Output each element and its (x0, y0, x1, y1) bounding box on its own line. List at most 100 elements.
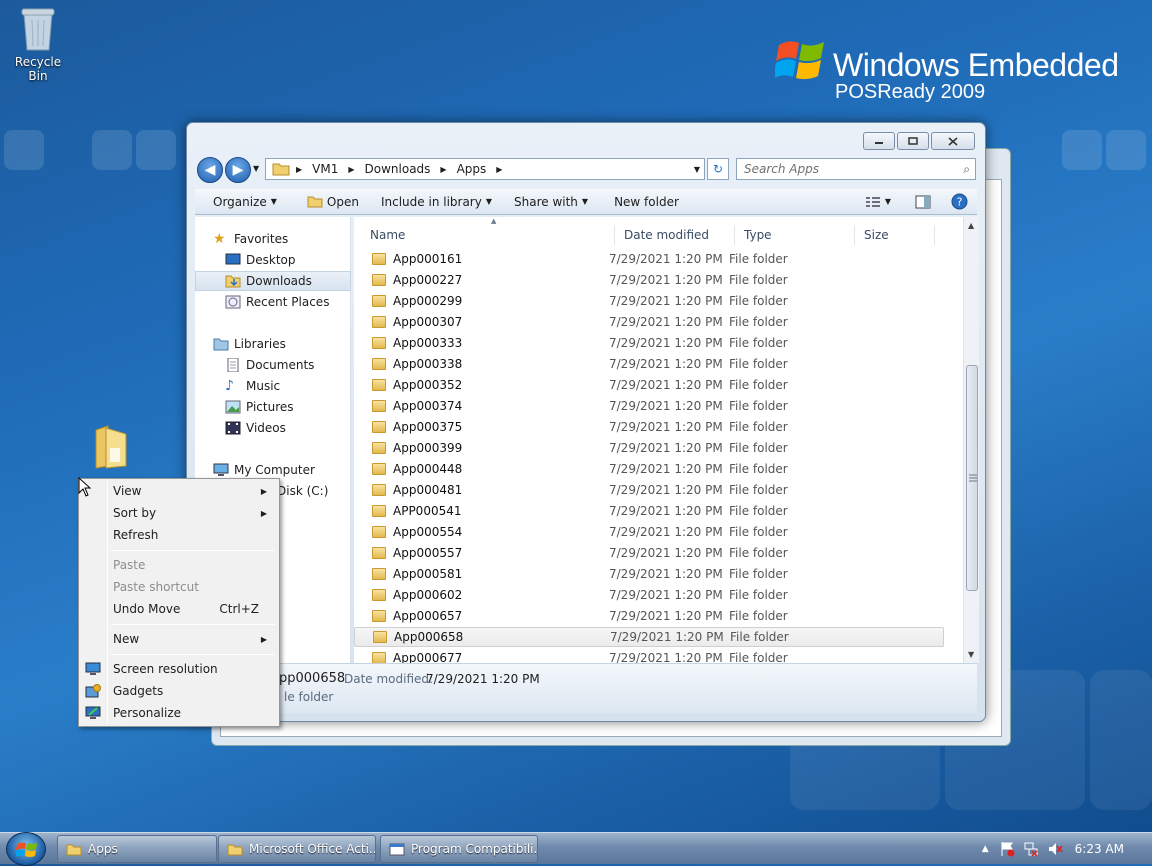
menu-item-undo-move[interactable]: Undo Move Ctrl+Z (81, 599, 277, 619)
address-bar[interactable]: ▶ VM1 ▶ Downloads ▶ Apps ▶ ▼ (265, 158, 705, 180)
taskbar-button-office-activation[interactable]: Microsoft Office Acti... (218, 835, 376, 863)
bg-tile (92, 130, 132, 170)
file-type: File folder (729, 420, 788, 434)
program-window-icon (389, 843, 405, 855)
preview-pane-button[interactable] (907, 189, 939, 214)
file-name-cell: App000554 (354, 525, 609, 539)
include-in-library-button[interactable]: Include in library ▼ (373, 189, 500, 214)
menu-item-personalize[interactable]: Personalize (81, 703, 277, 723)
column-header-type[interactable]: Type (735, 225, 855, 245)
close-icon (948, 136, 958, 146)
change-view-button[interactable]: ▼ (857, 189, 899, 214)
scroll-up-icon[interactable]: ▲ (968, 221, 974, 230)
folder-icon (372, 547, 386, 559)
table-row[interactable]: App000161 7/29/2021 1:20 PM File folder (354, 249, 944, 269)
close-button[interactable] (931, 132, 975, 150)
breadcrumb-vm1[interactable]: VM1 (312, 162, 338, 176)
table-row[interactable]: App000299 7/29/2021 1:20 PM File folder (354, 291, 944, 311)
menu-item-screen-resolution[interactable]: Screen resolution (81, 659, 277, 679)
menu-item-paste-shortcut[interactable]: Paste shortcut (81, 577, 277, 597)
breadcrumb-apps[interactable]: Apps (457, 162, 487, 176)
file-type: File folder (729, 504, 788, 518)
network-icon[interactable] (1023, 841, 1039, 857)
show-hidden-icons-button[interactable]: ▲ (982, 844, 989, 854)
nav-documents[interactable]: Documents (195, 355, 351, 375)
scrollbar-thumb[interactable] (966, 365, 978, 591)
folder-icon (372, 526, 386, 538)
nav-recent-places[interactable]: Recent Places (195, 292, 351, 312)
menu-item-gadgets[interactable]: Gadgets (81, 681, 277, 701)
nav-music[interactable]: ♪ Music (195, 376, 351, 396)
nav-favorites[interactable]: ★ Favorites (195, 229, 351, 249)
recent-pages-dropdown[interactable]: ▼ (253, 164, 259, 173)
menu-item-paste[interactable]: Paste (81, 555, 277, 575)
action-center-flag-icon[interactable] (999, 841, 1015, 857)
table-row[interactable]: App000333 7/29/2021 1:20 PM File folder (354, 333, 944, 353)
recycle-bin-desktop-icon[interactable]: Recycle Bin (6, 6, 70, 83)
table-row[interactable]: App000307 7/29/2021 1:20 PM File folder (354, 312, 944, 332)
minimize-button[interactable] (863, 132, 895, 150)
explorer-window[interactable]: ◀ ▶ ▼ ▶ VM1 ▶ Downloads ▶ Apps ▶ ▼ ↻ Sea… (186, 122, 986, 722)
breadcrumb-arrow-icon[interactable]: ▶ (348, 165, 354, 174)
breadcrumb-downloads[interactable]: Downloads (365, 162, 431, 176)
table-row[interactable]: App000602 7/29/2021 1:20 PM File folder (354, 585, 944, 605)
desktop-folder-icon[interactable] (92, 422, 132, 470)
share-with-button[interactable]: Share with ▼ (506, 189, 596, 214)
maximize-button[interactable] (897, 132, 929, 150)
organize-button[interactable]: Organize ▼ (195, 189, 285, 214)
menu-item-sort-by[interactable]: Sort by ▶ (81, 503, 277, 523)
new-folder-button[interactable]: New folder (606, 189, 687, 214)
table-row[interactable]: App000374 7/29/2021 1:20 PM File folder (354, 396, 944, 416)
table-row[interactable]: App000554 7/29/2021 1:20 PM File folder (354, 522, 944, 542)
file-type: File folder (729, 567, 788, 581)
file-type: File folder (729, 336, 788, 350)
table-row[interactable]: APP000541 7/29/2021 1:20 PM File folder (354, 501, 944, 521)
folder-icon (372, 610, 386, 622)
nav-libraries[interactable]: Libraries (195, 334, 351, 354)
table-row[interactable]: App000375 7/29/2021 1:20 PM File folder (354, 417, 944, 437)
folder-icon (95, 425, 127, 469)
column-header-date-modified[interactable]: Date modified (615, 225, 735, 245)
breadcrumb-arrow-icon[interactable]: ▶ (440, 165, 446, 174)
table-row[interactable]: App000657 7/29/2021 1:20 PM File folder (354, 606, 944, 626)
search-icon[interactable]: ⌕ (963, 162, 970, 177)
taskbar-button-program-compatibility[interactable]: Program Compatibili... (380, 835, 538, 863)
menu-item-refresh[interactable]: Refresh (81, 525, 277, 545)
volume-muted-icon[interactable] (1047, 841, 1063, 857)
nav-videos[interactable]: Videos (195, 418, 351, 438)
table-row[interactable]: App000338 7/29/2021 1:20 PM File folder (354, 354, 944, 374)
table-row[interactable]: App000658 7/29/2021 1:20 PM File folder (354, 627, 944, 647)
taskbar-button-apps[interactable]: Apps (57, 835, 217, 863)
vertical-scrollbar[interactable]: ▲ ▼ (963, 217, 979, 663)
nav-my-computer[interactable]: My Computer (195, 460, 351, 480)
forward-arrow-icon: ▶ (232, 162, 244, 178)
column-header-name[interactable]: Name (354, 225, 615, 245)
start-button[interactable] (6, 832, 46, 866)
breadcrumb-arrow-icon[interactable]: ▶ (296, 165, 302, 174)
table-row[interactable]: App000581 7/29/2021 1:20 PM File folder (354, 564, 944, 584)
nav-desktop[interactable]: Desktop (195, 250, 351, 270)
clock[interactable]: 6:23 AM (1075, 842, 1124, 856)
back-button[interactable]: ◀ (197, 157, 223, 183)
menu-item-view[interactable]: View ▶ (81, 481, 277, 501)
help-button[interactable]: ? (943, 189, 976, 214)
table-row[interactable]: App000352 7/29/2021 1:20 PM File folder (354, 375, 944, 395)
scroll-down-icon[interactable]: ▼ (968, 650, 974, 659)
refresh-button[interactable]: ↻ (707, 158, 729, 180)
nav-pictures[interactable]: Pictures (195, 397, 351, 417)
search-input[interactable]: Search Apps ⌕ (736, 158, 976, 180)
file-name: App000299 (393, 294, 463, 308)
menu-item-new[interactable]: New ▶ (81, 629, 277, 649)
nav-downloads[interactable]: Downloads (195, 271, 351, 291)
table-row[interactable]: App000227 7/29/2021 1:20 PM File folder (354, 270, 944, 290)
address-dropdown-icon[interactable]: ▼ (694, 165, 700, 174)
file-list[interactable]: ▲ Name Date modified Type Size App000161… (354, 217, 979, 665)
table-row[interactable]: App000399 7/29/2021 1:20 PM File folder (354, 438, 944, 458)
column-header-size[interactable]: Size (855, 225, 935, 245)
table-row[interactable]: App000448 7/29/2021 1:20 PM File folder (354, 459, 944, 479)
open-button[interactable]: Open (299, 189, 367, 214)
table-row[interactable]: App000481 7/29/2021 1:20 PM File folder (354, 480, 944, 500)
forward-button[interactable]: ▶ (225, 157, 251, 183)
breadcrumb-arrow-icon[interactable]: ▶ (496, 165, 502, 174)
table-row[interactable]: App000557 7/29/2021 1:20 PM File folder (354, 543, 944, 563)
